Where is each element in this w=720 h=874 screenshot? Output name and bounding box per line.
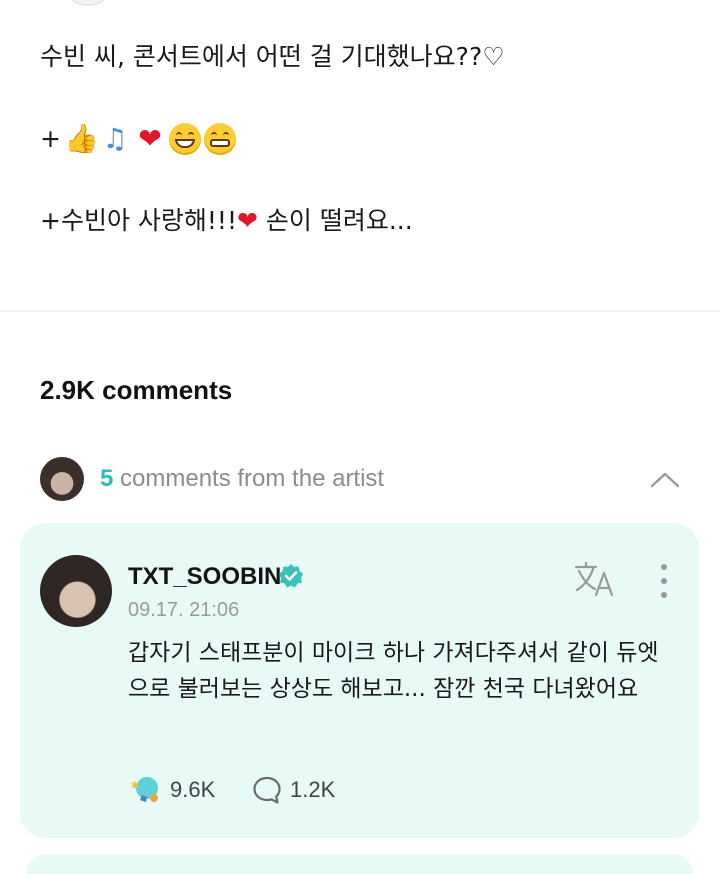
avatar[interactable] <box>40 555 112 627</box>
post-body: 수빈 씨, 콘서트에서 어떤 걸 기대했나요??♡ + 👍 ♫ ❤ +수빈아 사… <box>40 38 700 240</box>
artist-comments-text: comments from the artist <box>113 465 385 492</box>
reply-bubble-icon[interactable] <box>252 775 282 805</box>
section-divider <box>0 310 720 312</box>
post-line-emojis: + 👍 ♫ ❤ <box>40 120 700 158</box>
artist-comments-toggle[interactable]: 5 comments from the artist <box>40 455 690 503</box>
post-line-question: 수빈 씨, 콘서트에서 어떤 걸 기대했나요??♡ <box>40 42 505 71</box>
next-comment-card-edge <box>26 854 693 874</box>
artist-comments-count: 5 <box>100 465 114 492</box>
like-count: 9.6K <box>170 777 216 802</box>
artist-avatar <box>40 457 84 501</box>
heart-emoji-icon: ❤ <box>236 206 258 235</box>
previous-avatar-edge <box>70 0 106 6</box>
music-notes-emoji-icon: ♫ <box>102 122 128 155</box>
artist-comment-card: TXT_SOOBIN 09.17. 21:06 갑자기 스태프분이 마이크 하나… <box>20 523 699 838</box>
grinning-face-emoji-icon <box>203 123 236 155</box>
artist-comments-label: 5 comments from the artist <box>100 465 384 493</box>
comment-text: 갑자기 스태프분이 마이크 하나 가져다주셔서 같이 듀엣으로 불러보는 상상도… <box>128 640 659 702</box>
post-line-love: +수빈아 사랑해!!!❤ 손이 떨려요... <box>40 202 700 240</box>
weverse-like-icon[interactable] <box>128 773 162 805</box>
heart-emoji-icon: ❤ <box>138 122 162 155</box>
post-love-suffix: 손이 떨려요... <box>257 206 413 235</box>
thumbs-up-emoji-icon: 👍 <box>63 122 99 155</box>
plus-sign: + <box>40 124 61 153</box>
comment-author-name[interactable]: TXT_SOOBIN <box>128 563 281 591</box>
verified-badge-icon <box>279 564 303 588</box>
translate-icon[interactable] <box>574 561 616 597</box>
laughing-face-emoji-icon <box>168 123 201 155</box>
more-vertical-icon[interactable] <box>656 563 672 599</box>
comment-actions: 9.6K 1.2K <box>128 771 548 807</box>
chevron-up-icon[interactable] <box>650 465 680 495</box>
reply-count: 1.2K <box>290 777 336 802</box>
comment-timestamp: 09.17. 21:06 <box>128 599 240 621</box>
post-love-text: +수빈아 사랑해!!! <box>40 206 237 235</box>
comments-count-heading: 2.9K comments <box>40 375 233 405</box>
